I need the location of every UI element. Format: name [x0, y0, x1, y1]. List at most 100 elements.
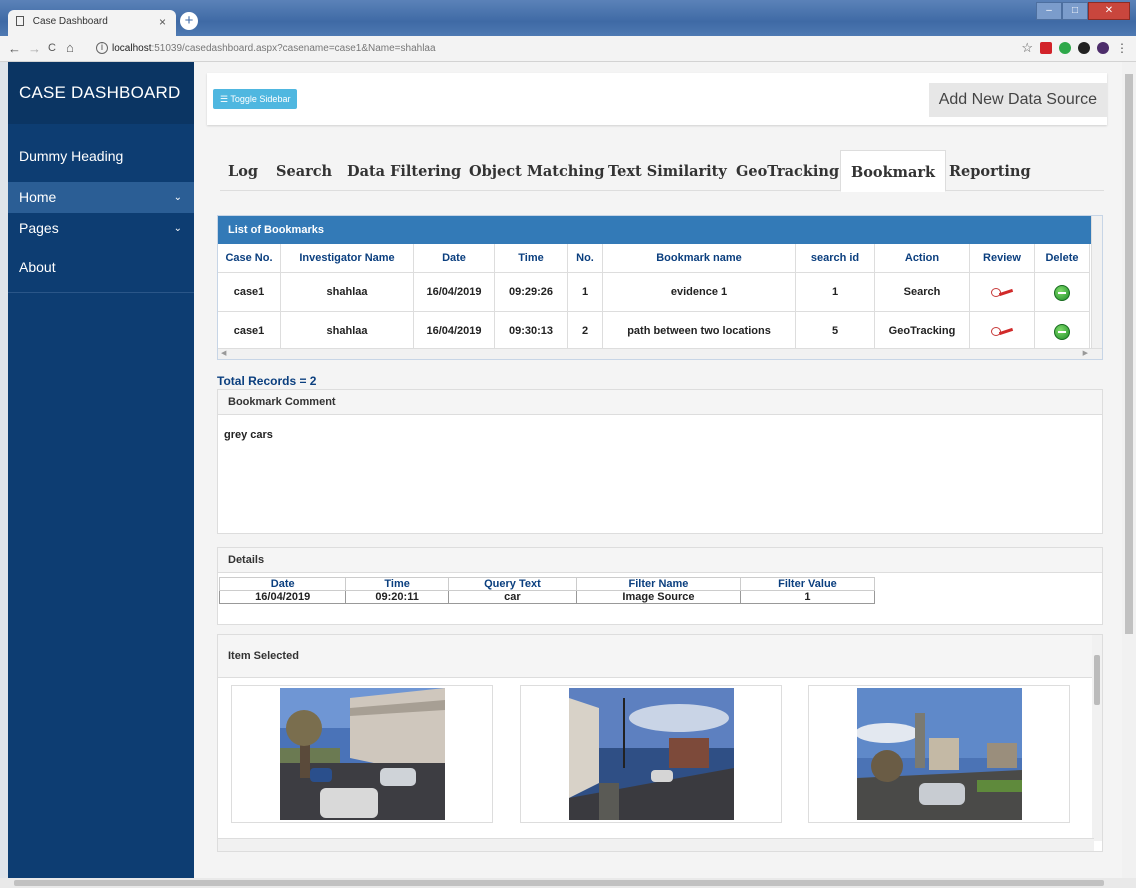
table-cell: evidence 1	[602, 272, 796, 312]
table-cell: car	[447, 590, 578, 604]
page-horizontal-scrollbar[interactable]	[0, 878, 1136, 888]
scroll-right-icon[interactable]: ▶	[1083, 349, 1088, 359]
url-field[interactable]: localhost:51039/casedashboard.aspx?casen…	[112, 43, 436, 54]
tab-data-filtering[interactable]: Data Filtering	[347, 150, 461, 190]
column-header: Time	[345, 577, 449, 591]
table-cell: 5	[795, 311, 875, 351]
table-cell: 1	[567, 272, 603, 312]
browser-tab-title: Case Dashboard	[32, 16, 108, 27]
info-icon[interactable]: i	[96, 42, 108, 54]
items-horizontal-scrollbar[interactable]	[218, 838, 1094, 851]
table-cell: shahlaa	[280, 311, 414, 351]
bookmarks-panel: List of Bookmarks Case No. Investigator …	[217, 215, 1103, 360]
column-header: Time	[494, 244, 568, 273]
maximize-button[interactable]: □	[1062, 2, 1088, 20]
extension-icon-red[interactable]	[1040, 42, 1052, 54]
table-cell: case1	[218, 272, 281, 312]
top-bar: ☰ Toggle Sidebar Add New Data Source	[207, 73, 1107, 125]
action-link[interactable]: Search	[874, 272, 970, 312]
page-vertical-scrollbar[interactable]	[1122, 62, 1136, 878]
column-header: Investigator Name	[280, 244, 414, 273]
extension-icon-green[interactable]	[1059, 42, 1071, 54]
street-photo-2[interactable]	[569, 688, 734, 820]
add-data-source-button[interactable]: Add New Data Source	[928, 83, 1107, 117]
table-header-row: Case No. Investigator Name Date Time No.…	[218, 244, 1090, 273]
tab-search[interactable]: Search	[276, 150, 332, 190]
table-cell: 09:29:26	[494, 272, 568, 312]
total-records: Total Records = 2	[217, 374, 317, 388]
chevron-down-icon: ⌄	[173, 192, 182, 203]
review-icon[interactable]	[991, 326, 1013, 337]
table-vertical-scrollbar[interactable]	[1091, 216, 1102, 350]
scroll-left-icon[interactable]: ◀	[221, 349, 226, 359]
table-cell: shahlaa	[280, 272, 414, 312]
browser-titlebar: Case Dashboard × + – □ ✕	[0, 0, 1136, 36]
tab-geotracking[interactable]: GeoTracking	[736, 150, 839, 190]
column-header: Case No.	[218, 244, 281, 273]
item-selected-panel: Item Selected	[217, 634, 1103, 852]
action-link[interactable]: GeoTracking	[874, 311, 970, 351]
bookmarks-panel-title: List of Bookmarks	[218, 216, 1102, 244]
tab-log[interactable]: Log	[228, 150, 258, 190]
column-header: Date	[413, 244, 495, 273]
delete-icon[interactable]	[1054, 323, 1070, 340]
tab-text-similarity[interactable]: Text Similarity	[608, 150, 727, 190]
table-row: 16/04/2019 09:20:11 car Image Source 1	[218, 590, 876, 604]
close-window-button[interactable]: ✕	[1088, 2, 1130, 20]
delete-icon[interactable]	[1054, 284, 1070, 301]
delete-cell	[1034, 272, 1090, 312]
new-tab-button[interactable]: +	[180, 12, 198, 30]
column-header: No.	[567, 244, 603, 273]
items-vertical-scrollbar[interactable]	[1092, 635, 1102, 841]
column-header: Filter Name	[576, 577, 741, 591]
forward-icon[interactable]: →	[28, 41, 41, 56]
browser-tab[interactable]: Case Dashboard ×	[8, 10, 176, 36]
scroll-thumb[interactable]	[1094, 655, 1100, 705]
sidebar-item-home[interactable]: Home ⌄	[8, 182, 194, 213]
scroll-thumb[interactable]	[14, 880, 1104, 886]
column-header: Review	[969, 244, 1035, 273]
tab-bar: Log Search Data Filtering Object Matchin…	[220, 150, 1104, 192]
tab-reporting[interactable]: Reporting	[949, 150, 1031, 190]
delete-cell	[1034, 311, 1090, 351]
sidebar-item-about[interactable]: About	[8, 252, 194, 293]
street-photo-3[interactable]	[857, 688, 1022, 820]
street-photo-1[interactable]	[280, 688, 445, 820]
review-cell	[969, 272, 1035, 312]
table-cell: 16/04/2019	[413, 311, 495, 351]
table-cell: 09:30:13	[494, 311, 568, 351]
table-horizontal-scrollbar[interactable]: ◀ ▶	[218, 348, 1102, 359]
tab-bookmark[interactable]: Bookmark	[840, 150, 947, 192]
scroll-thumb[interactable]	[1125, 74, 1133, 634]
sidebar-item-label: Home	[19, 189, 57, 205]
reload-icon[interactable]: C	[48, 42, 56, 54]
sidebar-heading: Dummy Heading	[19, 148, 124, 164]
details-panel: Details Date Time Query Text Filter Name…	[217, 547, 1103, 625]
column-header: search id	[795, 244, 875, 273]
sidebar-item-label: Pages	[19, 220, 59, 236]
table-header-row: Date Time Query Text Filter Name Filter …	[218, 577, 876, 591]
review-icon[interactable]	[991, 287, 1013, 298]
bookmark-star-icon[interactable]: ☆	[1021, 41, 1033, 54]
minimize-button[interactable]: –	[1036, 2, 1062, 20]
toggle-sidebar-button[interactable]: ☰ Toggle Sidebar	[213, 89, 298, 109]
image-card[interactable]	[520, 685, 782, 823]
extension-icon-dark[interactable]	[1078, 42, 1090, 54]
profile-avatar[interactable]	[1097, 42, 1109, 54]
tab-object-matching[interactable]: Object Matching	[469, 150, 605, 190]
image-card[interactable]	[808, 685, 1070, 823]
address-bar: ← → C ⌂ i localhost:51039/casedashboard.…	[0, 36, 1136, 62]
tab-close-icon[interactable]: ×	[159, 15, 166, 29]
menu-icon[interactable]: ⋮	[1116, 42, 1128, 54]
sidebar-brand[interactable]: CASE DASHBOARD	[8, 62, 194, 124]
home-icon[interactable]: ⌂	[66, 40, 74, 55]
table-cell: Image Source	[576, 590, 741, 604]
table-cell: 16/04/2019	[218, 590, 347, 604]
back-icon[interactable]: ←	[8, 41, 21, 56]
extension-icons: ☆ ⋮	[1021, 41, 1128, 54]
chevron-down-icon: ⌄	[173, 223, 182, 234]
sidebar-item-label: About	[19, 259, 56, 275]
column-header: Bookmark name	[602, 244, 796, 273]
image-card[interactable]	[231, 685, 493, 823]
sidebar-item-pages[interactable]: Pages ⌄	[8, 213, 194, 244]
